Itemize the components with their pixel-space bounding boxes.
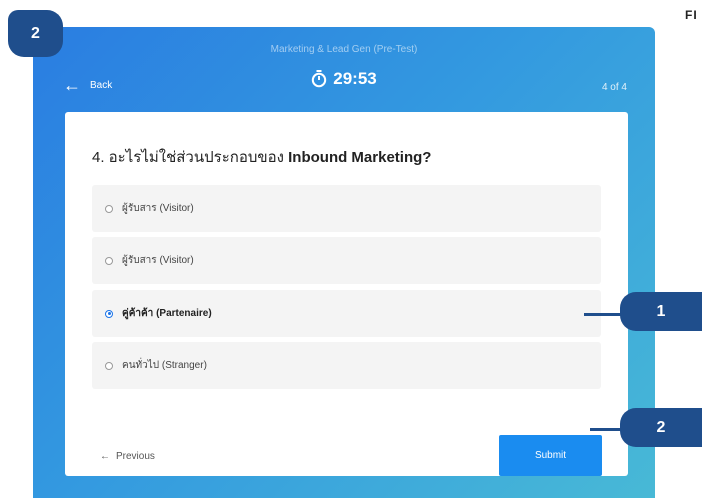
previous-label: Previous xyxy=(116,451,155,462)
previous-button[interactable]: ← Previous xyxy=(100,451,155,462)
callout-connector xyxy=(584,313,624,316)
callout-connector xyxy=(590,428,624,431)
callout-badge-submit: 2 xyxy=(620,408,702,447)
question-text: 4. อะไรไม่ใช่ส่วนประกอบของ Inbound Marke… xyxy=(92,145,431,169)
question-emphasis: Inbound Marketing? xyxy=(288,149,432,166)
radio-button[interactable] xyxy=(105,256,113,265)
answer-option[interactable]: ผู้รับสาร (Visitor) xyxy=(92,185,601,232)
option-label: คู่ค้าค้า (Partenaire) xyxy=(122,308,212,319)
timer: 29:53 xyxy=(33,69,655,89)
question-progress: 4 of 4 xyxy=(601,82,627,93)
radio-button[interactable] xyxy=(105,204,113,213)
answer-option[interactable]: ผู้รับสาร (Visitor) xyxy=(92,237,601,284)
radio-button-selected[interactable] xyxy=(105,309,113,318)
quiz-window: Marketing & Lead Gen (Pre-Test) ← Back 2… xyxy=(33,27,655,498)
step-badge: 2 xyxy=(8,10,63,57)
question-card: 4. อะไรไม่ใช่ส่วนประกอบของ Inbound Marke… xyxy=(65,112,628,476)
submit-button[interactable]: Submit xyxy=(499,435,602,476)
screen: FI Marketing & Lead Gen (Pre-Test) ← Bac… xyxy=(0,0,702,498)
answer-option-selected[interactable]: คู่ค้าค้า (Partenaire) xyxy=(92,290,601,337)
stopwatch-icon xyxy=(311,70,327,88)
question-prefix: 4. อะไรไม่ใช่ส่วนประกอบของ xyxy=(92,149,289,166)
callout-badge-option: 1 xyxy=(620,292,702,331)
option-label: คนทั่วไป (Stranger) xyxy=(122,360,207,371)
quiz-title: Marketing & Lead Gen (Pre-Test) xyxy=(270,44,418,55)
corner-text: FI xyxy=(685,8,698,22)
option-label: ผู้รับสาร (Visitor) xyxy=(122,203,194,214)
radio-button[interactable] xyxy=(105,361,113,370)
answer-option[interactable]: คนทั่วไป (Stranger) xyxy=(92,342,601,389)
timer-value: 29:53 xyxy=(333,69,377,88)
arrow-left-icon: ← xyxy=(100,451,110,462)
option-label: ผู้รับสาร (Visitor) xyxy=(122,255,194,266)
